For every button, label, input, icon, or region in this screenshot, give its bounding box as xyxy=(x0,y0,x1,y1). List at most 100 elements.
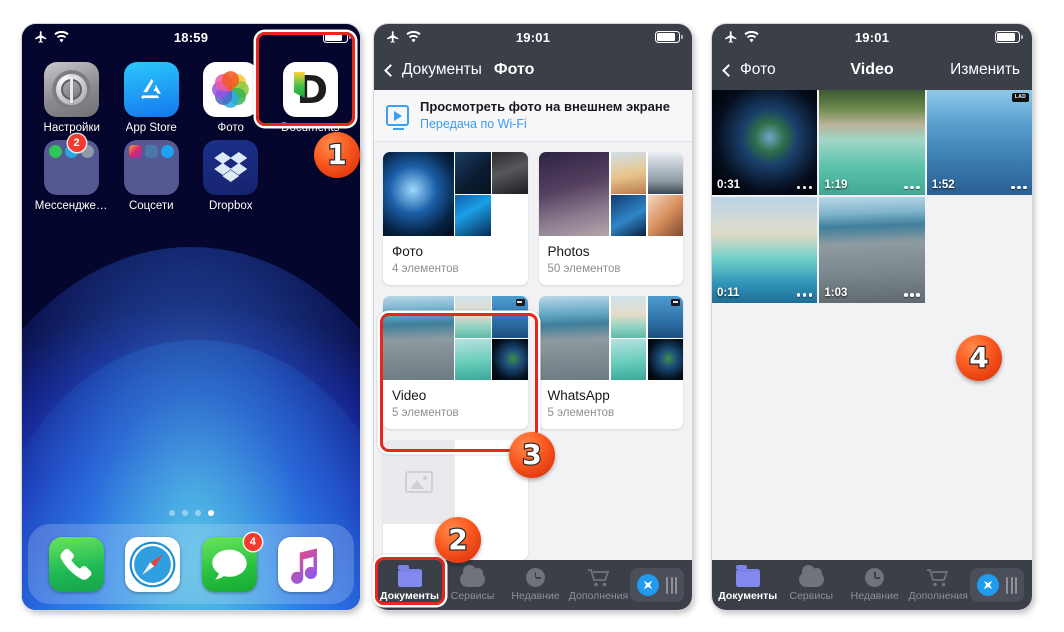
chevron-left-icon xyxy=(722,63,735,77)
compass-icon xyxy=(637,574,659,596)
folder-card-whatsapp[interactable]: WhatsApp 5 элементов xyxy=(538,296,683,430)
callout-number: 4 xyxy=(968,341,990,374)
tab-documents[interactable]: Документы xyxy=(716,565,780,602)
video-duration: 0:31 xyxy=(717,179,741,192)
browser-button[interactable] xyxy=(630,568,684,602)
folder-count: 50 элементов xyxy=(547,263,621,276)
battery-icon xyxy=(323,31,351,43)
documents-app-icon: D xyxy=(282,62,338,117)
folder-meta: Фото 4 элементов xyxy=(383,236,528,285)
tab-documents[interactable]: Документы xyxy=(378,565,441,602)
page-dot xyxy=(168,510,175,516)
folder-count: 5 элементов xyxy=(392,407,459,420)
more-options-icon[interactable] xyxy=(796,293,813,297)
airplay-display-icon xyxy=(386,104,409,130)
tab-services[interactable]: Сервисы xyxy=(780,564,844,602)
tab-addons[interactable]: Дополнения xyxy=(567,568,630,602)
folder-card-foto[interactable]: Фото 4 элементов xyxy=(383,152,528,286)
app-label: App Store xyxy=(125,122,177,134)
app-dropbox[interactable]: Dropbox xyxy=(191,134,271,212)
banner-text-block: Просмотреть фото на внешнем экране Перед… xyxy=(420,99,670,131)
more-options-icon[interactable] xyxy=(903,185,920,190)
tab-recent[interactable]: Недавние xyxy=(843,568,907,602)
back-label: Фото xyxy=(740,61,776,78)
video-thumbnail[interactable]: 0:31 xyxy=(712,90,818,196)
page-indicator[interactable] xyxy=(22,510,360,516)
tab-recent[interactable]: Недавние xyxy=(504,568,567,602)
video-duration: 0:11 xyxy=(717,286,740,299)
page-title: Фото xyxy=(493,61,535,78)
drag-handle-icon[interactable] xyxy=(666,576,677,594)
clock-icon xyxy=(865,568,885,587)
status-bar-3: 19:01 xyxy=(712,24,1032,50)
placeholder-thumbnail xyxy=(383,440,456,525)
folder-meta: Photos 50 элементов xyxy=(539,236,684,285)
tab-bar-3: Документы Сервисы Недавние Дополнения xyxy=(712,560,1032,610)
video-thumbnail[interactable]: 1:19 xyxy=(819,90,925,196)
wifi-transfer-banner[interactable]: Просмотреть фото на внешнем экране Перед… xyxy=(374,90,692,143)
video-duration: 1:03 xyxy=(824,286,848,299)
folder-count: 4 элементов xyxy=(392,263,459,276)
documents-app-2: 19:01 Документы Фото Просмотреть фото на… xyxy=(374,24,692,610)
app-label: Мессенджеры xyxy=(34,200,109,212)
back-label: Документы xyxy=(402,61,482,78)
chevron-left-icon xyxy=(384,63,397,77)
callout-number: 1 xyxy=(326,138,348,171)
tab-label: Недавние xyxy=(850,590,899,602)
video-folder-badge-icon xyxy=(515,299,525,307)
app-settings[interactable]: Настройки xyxy=(32,56,112,134)
app-documents[interactable]: D Documents xyxy=(271,56,351,134)
app-app-store[interactable]: App Store xyxy=(112,56,192,134)
safari-icon xyxy=(125,536,181,592)
banner-link[interactable]: Передача по Wi-Fi xyxy=(420,117,670,131)
folder-messengers[interactable]: 2 Мессенджеры xyxy=(32,134,112,212)
dock-music[interactable] xyxy=(278,536,334,592)
photos-icon xyxy=(203,62,259,117)
folder-card-video[interactable]: Video 5 элементов xyxy=(383,296,528,430)
browser-button[interactable] xyxy=(970,568,1024,602)
video-thumbnail[interactable]: 0:11 xyxy=(712,197,818,303)
back-button-photos[interactable]: Фото xyxy=(722,61,776,79)
video-folder-badge-icon xyxy=(671,299,680,307)
status-right-icons xyxy=(323,31,351,43)
home-icon-grid: Настройки App Store Фото D Documents 2 М… xyxy=(22,50,360,212)
folder-thumbnails xyxy=(383,152,528,237)
callout-1: 1 xyxy=(314,132,360,178)
dock-messages[interactable]: 4 xyxy=(201,532,262,592)
cloud-icon xyxy=(460,564,485,587)
more-options-icon[interactable] xyxy=(796,185,813,190)
tab-label: Сервисы xyxy=(789,589,833,602)
video-thumbnail[interactable]: LAD 1:52 xyxy=(926,90,1032,196)
video-watermark-tag: LAD xyxy=(1011,93,1030,103)
page-dot-active xyxy=(207,510,214,516)
tab-addons[interactable]: Дополнения xyxy=(907,568,971,602)
tab-label: Документы xyxy=(718,589,778,602)
folder-card-photos[interactable]: Photos 50 элементов xyxy=(538,152,684,286)
dock-phone[interactable] xyxy=(48,536,104,592)
back-button-documents[interactable]: Документы xyxy=(384,61,482,79)
app-label: Соцсети xyxy=(128,200,174,212)
nav-bar-2: Документы Фото xyxy=(374,50,692,90)
callout-number: 3 xyxy=(521,438,543,471)
tab-services[interactable]: Сервисы xyxy=(441,564,504,602)
video-duration: 1:52 xyxy=(931,179,955,192)
status-right-icons xyxy=(655,31,683,43)
folder-social[interactable]: Соцсети xyxy=(112,134,192,212)
edit-button[interactable]: Изменить xyxy=(950,61,1020,79)
callout-3: 3 xyxy=(509,432,555,478)
app-label: Dropbox xyxy=(209,200,253,212)
dock-safari[interactable] xyxy=(125,536,181,592)
more-options-icon[interactable] xyxy=(903,293,920,297)
status-time-1: 18:59 xyxy=(173,29,209,45)
folder-icon xyxy=(397,565,422,587)
app-photos[interactable]: Фото xyxy=(191,56,271,134)
phone-screen-photos: 19:01 Документы Фото Просмотреть фото на… xyxy=(374,24,692,610)
folders-scroll-area[interactable]: Фото 4 элементов Photos 50 элементов Vid… xyxy=(374,142,692,560)
app-store-icon xyxy=(123,62,179,117)
page-dot xyxy=(181,510,188,516)
video-scroll-area[interactable]: 0:31 1:19 LAD 1:52 0:11 1:03 xyxy=(712,90,1032,560)
drag-handle-icon[interactable] xyxy=(1006,576,1017,594)
more-options-icon[interactable] xyxy=(1011,185,1028,190)
video-thumbnail[interactable]: 1:03 xyxy=(819,197,925,303)
home-row-2: 2 Мессенджеры Соцсети Dropbox xyxy=(32,134,350,212)
